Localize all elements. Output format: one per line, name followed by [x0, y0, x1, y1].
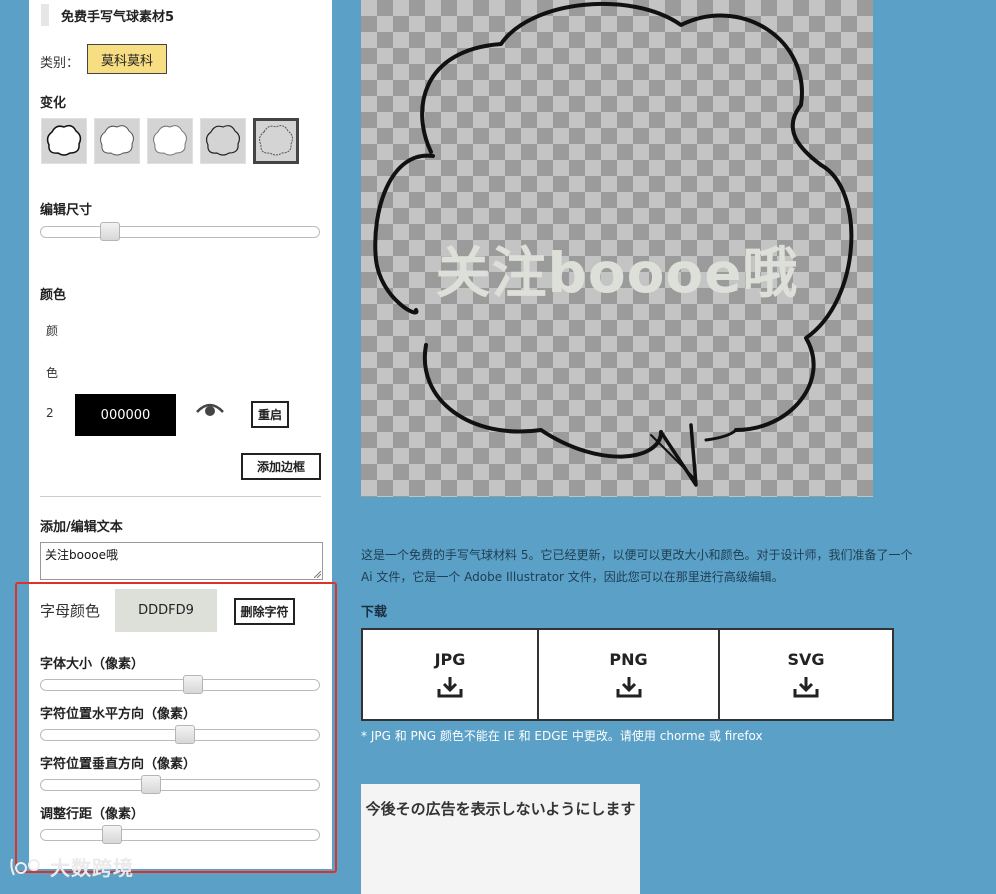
watermark: 大数跨境 — [8, 852, 134, 881]
download-svg-button[interactable]: SVG — [718, 628, 894, 721]
bubble-variant-2[interactable] — [94, 118, 140, 164]
divider — [40, 496, 321, 497]
material-title: 免费手写气球素材5 — [61, 10, 175, 25]
bubble-variant-icon — [100, 125, 134, 156]
download-format-label: SVG — [787, 650, 825, 669]
delete-char-button[interactable]: 删除字符 — [234, 598, 295, 625]
bubble-variant-icon — [205, 125, 241, 156]
download-icon — [793, 677, 819, 698]
bubble-preview: 关注boooe哦 — [361, 0, 873, 497]
line-spacing-slider[interactable] — [40, 825, 320, 844]
download-format-label: PNG — [609, 650, 648, 669]
slider-thumb[interactable] — [102, 825, 122, 844]
text-input-value: 关注boooe哦 — [45, 548, 119, 562]
add-border-button[interactable]: 添加边框 — [241, 453, 321, 480]
bubble-text: 关注boooe哦 — [435, 241, 799, 305]
slider-track — [40, 226, 320, 238]
editor-panel: 免费手写气球素材5 类别： 莫科莫科 变化 编辑尺寸 颜色 颜 色 2 0000… — [29, 0, 332, 869]
stroke-color-picker[interactable]: 000000 — [75, 394, 176, 436]
eye-icon[interactable] — [195, 400, 225, 420]
bubble-variant-4[interactable] — [200, 118, 246, 164]
ad-text[interactable]: 今後その広告を表示しないようにします — [361, 800, 640, 818]
ad-box[interactable]: 今後その広告を表示しないようにします — [361, 784, 640, 894]
line-spacing-label: 调整行距（像素） — [40, 807, 145, 822]
text-input[interactable]: 关注boooe哦 — [40, 542, 323, 580]
text-section-label: 添加/编辑文本 — [40, 520, 123, 535]
description-text: 这是一个免费的手写气球材料 5。它已经更新，以便可以更改大小和颜色。对于设计师，… — [361, 548, 913, 584]
color-row-char: 色 — [46, 366, 59, 380]
resize-grip-icon[interactable] — [314, 571, 321, 578]
category-button[interactable]: 莫科莫科 — [87, 44, 167, 74]
bubble-variant-5[interactable] — [253, 118, 299, 164]
bubble-variant-icon — [153, 125, 187, 156]
download-label: 下载 — [361, 605, 388, 620]
letter-color-picker[interactable]: DDDFD9 — [115, 589, 217, 632]
color-row-char: 2 — [46, 406, 54, 420]
download-format-label: JPG — [434, 650, 466, 669]
slider-thumb[interactable] — [183, 675, 203, 694]
title-accent-bar — [41, 4, 49, 26]
reset-button[interactable]: 重启 — [251, 401, 289, 428]
horizontal-position-label: 字符位置水平方向（像素） — [40, 707, 197, 722]
letter-color-label: 字母颜色 — [40, 602, 101, 620]
slider-thumb[interactable] — [141, 775, 161, 794]
download-icon — [437, 677, 463, 698]
color-section-label: 颜色 — [40, 288, 67, 303]
slider-track — [40, 679, 320, 691]
font-size-label: 字体大小（像素） — [40, 657, 145, 672]
download-png-button[interactable]: PNG — [537, 628, 720, 721]
download-jpg-button[interactable]: JPG — [361, 628, 539, 721]
bubble-variant-1[interactable] — [41, 118, 87, 164]
slider-thumb[interactable] — [100, 222, 120, 241]
size-slider[interactable] — [40, 222, 320, 241]
horizontal-position-slider[interactable] — [40, 725, 320, 744]
category-label: 类别： — [40, 56, 80, 71]
browser-note: * JPG 和 PNG 颜色不能在 IE 和 EDGE 中更改。请使用 chor… — [361, 729, 763, 743]
vertical-position-label: 字符位置垂直方向（像素） — [40, 757, 197, 772]
slider-track — [40, 779, 320, 791]
download-icon — [616, 677, 641, 698]
variation-label: 变化 — [40, 96, 67, 111]
bubble-variant-icon — [259, 125, 293, 156]
slider-thumb[interactable] — [175, 725, 195, 744]
font-size-slider[interactable] — [40, 675, 320, 694]
size-label: 编辑尺寸 — [40, 203, 93, 218]
vertical-position-slider[interactable] — [40, 775, 320, 794]
slider-track — [40, 829, 320, 841]
bubble-variant-3[interactable] — [147, 118, 193, 164]
watermark-text: 大数跨境 — [50, 856, 134, 880]
bubble-variant-icon — [46, 124, 82, 156]
watermark-logo-icon — [10, 858, 40, 875]
color-row-char: 颜 — [46, 324, 59, 338]
